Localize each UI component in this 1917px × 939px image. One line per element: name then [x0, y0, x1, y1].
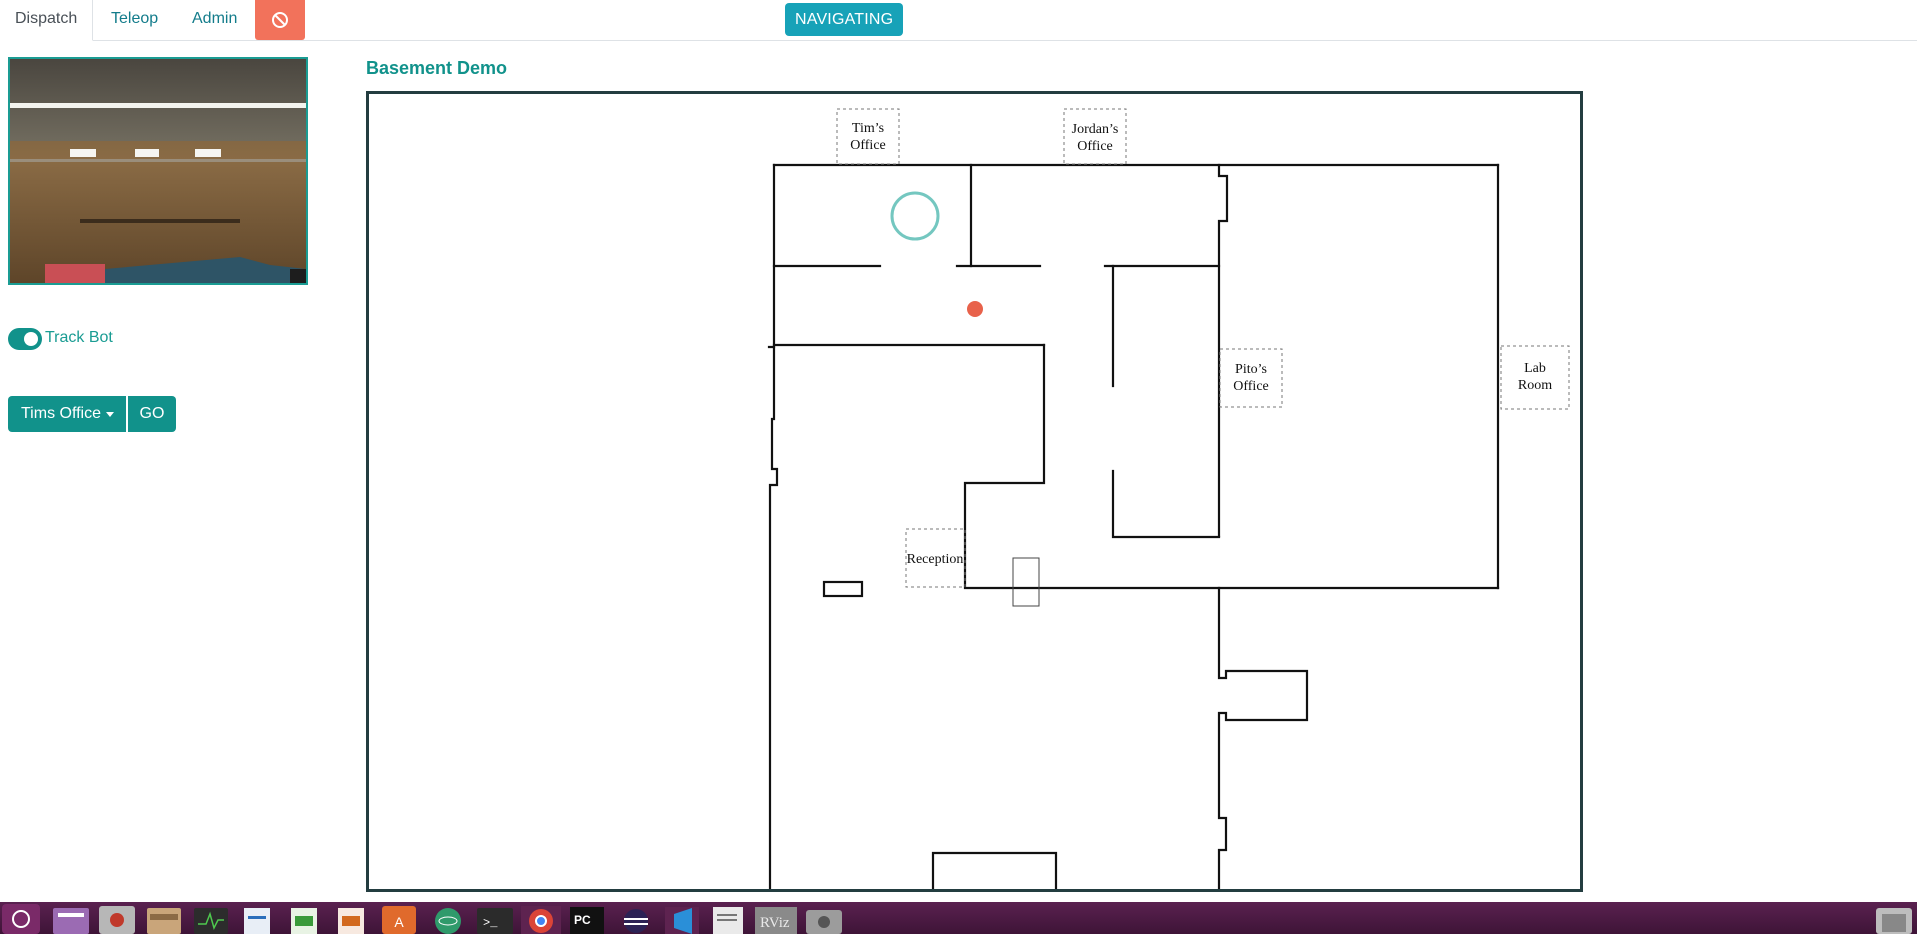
window-icon	[53, 908, 89, 934]
svg-text:>_: >_	[483, 916, 498, 930]
destination-dropdown[interactable]: Tims Office	[8, 396, 126, 432]
terminal-icon: >_	[477, 908, 513, 934]
track-bot-toggle[interactable]	[8, 328, 42, 350]
software-icon: A	[382, 906, 416, 934]
goal-marker	[890, 191, 940, 241]
eclipse-icon	[624, 909, 648, 933]
impress-icon	[338, 908, 364, 934]
go-button[interactable]: GO	[128, 396, 176, 432]
prohibited-icon	[272, 12, 288, 28]
atom-icon	[435, 908, 461, 934]
track-bot-label: Track Bot	[45, 329, 113, 346]
top-nav: Dispatch Teleop Admin NAVIGATING	[0, 0, 1917, 41]
camera-feed	[8, 57, 308, 285]
system-monitor-icon	[194, 908, 228, 934]
pycharm-icon: PC	[570, 907, 604, 934]
room-label-pitos-office-line1: Pito’s	[1235, 362, 1267, 377]
room-label-reception: Reception	[907, 552, 964, 567]
room-label-tims-office-line1: Tim’s	[852, 121, 884, 136]
room-label-jordans-office-line2: Office	[1077, 139, 1113, 154]
camera-icon	[806, 910, 842, 934]
trash-icon	[1876, 908, 1912, 934]
tab-teleop[interactable]: Teleop	[96, 0, 173, 40]
destination-selected: Tims Office	[21, 405, 102, 422]
tab-admin[interactable]: Admin	[177, 0, 252, 40]
chevron-down-icon	[106, 412, 114, 417]
tab-dispatch[interactable]: Dispatch	[0, 0, 94, 41]
writer-icon	[244, 908, 270, 934]
rviz-icon: RViz	[755, 907, 797, 934]
files-icon	[147, 908, 181, 934]
text-editor-icon	[713, 907, 743, 934]
floor-plan: Tim’s Office Jordan’s Office Pito’s Offi…	[767, 108, 1570, 889]
calc-icon	[291, 908, 317, 934]
room-label-jordans-office-line1: Jordan’s	[1072, 122, 1119, 137]
svg-text:PC: PC	[574, 913, 591, 927]
room-label-lab-room-line2: Room	[1518, 378, 1552, 393]
svg-text:RViz: RViz	[760, 915, 790, 931]
room-label-tims-office-line2: Office	[850, 138, 886, 153]
room-label-lab-room-line1: Lab	[1524, 361, 1546, 376]
chrome-icon	[521, 906, 561, 934]
vscode-icon	[665, 907, 699, 934]
settings-icon	[99, 906, 135, 934]
ubuntu-icon	[2, 904, 40, 934]
emergency-stop-button[interactable]	[255, 0, 305, 40]
map-title: Basement Demo	[366, 58, 508, 78]
toggle-knob	[24, 332, 38, 346]
room-label-pitos-office-line2: Office	[1233, 379, 1269, 394]
status-badge: NAVIGATING	[785, 3, 904, 36]
robot-marker	[967, 301, 983, 317]
svg-text:A: A	[394, 914, 404, 930]
floor-map[interactable]: Tim’s Office Jordan’s Office Pito’s Offi…	[366, 91, 1583, 892]
taskbar: A >_ PC RViz	[0, 902, 1917, 934]
